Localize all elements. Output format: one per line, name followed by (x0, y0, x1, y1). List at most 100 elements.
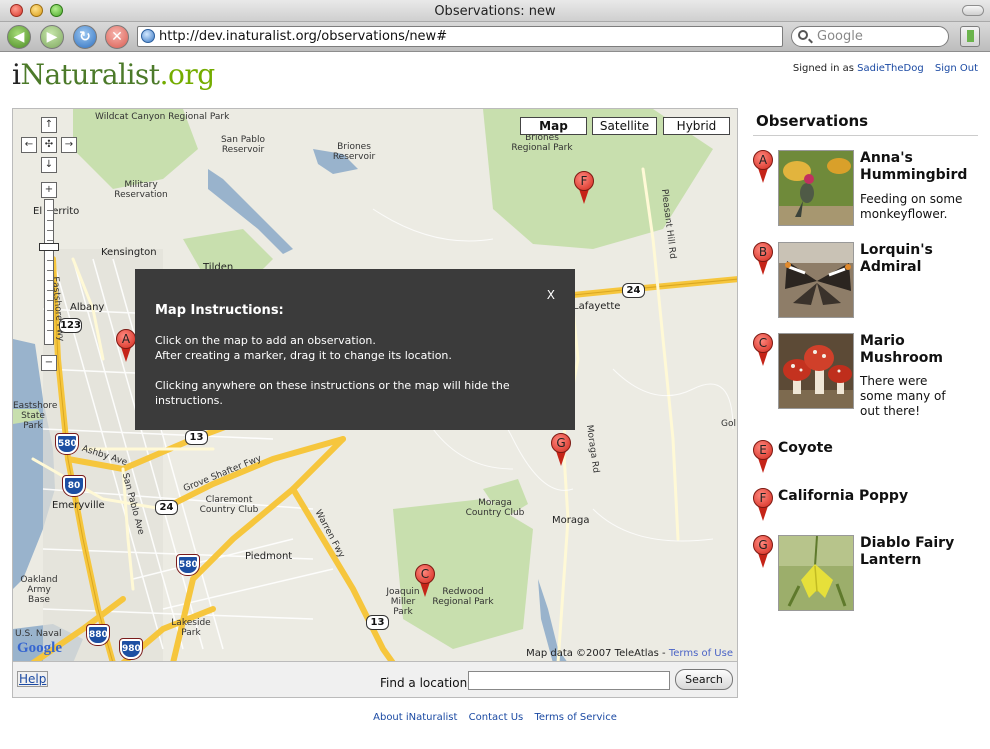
observation-photo[interactable] (778, 535, 854, 611)
observation-name[interactable]: Lorquin's Admiral (860, 242, 978, 276)
window-title: Observations: new (434, 4, 556, 19)
highway-shield: 24 (622, 283, 645, 298)
stop-icon: ✕ (111, 29, 123, 45)
observation-description: There were some many of out there! (860, 374, 946, 418)
about-link[interactable]: About iNaturalist (373, 712, 457, 723)
map-label: Piedmont (245, 551, 293, 562)
map-label: Wildcat Canyon Regional Park (95, 112, 230, 122)
instructions-line-2: After creating a marker, drag it to chan… (155, 349, 452, 362)
map-label: San Pablo Reservoir (220, 135, 266, 155)
signin-status: Signed in as SadieTheDog Sign Out (793, 63, 978, 74)
address-bar[interactable]: http://dev.inaturalist.org/observations/… (137, 26, 783, 47)
help-link[interactable]: Help (17, 671, 49, 687)
observation-item[interactable]: B Lorquin's Admiral (753, 242, 978, 320)
terms-of-service-link[interactable]: Terms of Service (534, 712, 616, 723)
zoom-slider[interactable] (44, 199, 54, 345)
search-field[interactable]: Google (791, 26, 949, 47)
map-type-hybrid-button[interactable]: Hybrid (663, 117, 730, 135)
stop-button[interactable]: ✕ (105, 25, 129, 49)
map-copyright: Map data ©2007 TeleAtlas - Terms of Use (526, 648, 733, 659)
observation-item[interactable]: C Mario Mushroom There were some many of… (753, 333, 978, 418)
interstate-shield: 80 (62, 475, 86, 497)
globe-icon (141, 29, 155, 43)
map-type-map-button[interactable]: Map (520, 117, 587, 135)
inaturalist-logo[interactable]: iNaturalist.org (12, 58, 215, 91)
mushroom-photo (779, 334, 853, 408)
observations-sidebar: Observations A Anna's Hummingbird Feedin… (753, 108, 978, 611)
observation-photo[interactable] (778, 333, 854, 409)
map-label: Briones Reservoir (332, 142, 376, 162)
contact-link[interactable]: Contact Us (469, 712, 524, 723)
map-label: Claremont Country Club (199, 495, 259, 515)
map-copyright-text: Map data ©2007 TeleAtlas - (526, 648, 666, 659)
find-location-label: Find a location: (380, 676, 472, 690)
map-label: Gol (721, 419, 736, 429)
search-location-button[interactable]: Search (675, 669, 733, 690)
marker-letter: F (580, 174, 588, 188)
map-type-satellite-button[interactable]: Satellite (592, 117, 657, 135)
observation-marker-icon: F (753, 488, 773, 522)
logo-naturalist: Naturalist (20, 58, 160, 91)
observation-marker-icon: E (753, 440, 773, 474)
window-titlebar: Observations: new (0, 0, 990, 22)
highway-shield: 13 (185, 430, 208, 445)
observation-item[interactable]: E Coyote (753, 440, 978, 476)
map-marker-f[interactable]: F (574, 171, 594, 205)
pan-down-button[interactable]: ↓ (41, 157, 57, 173)
sidebar-title: Observations (753, 108, 978, 136)
address-text: http://dev.inaturalist.org/observations/… (159, 29, 448, 44)
marker-letter: A (121, 332, 131, 346)
instructions-title: Map Instructions: (155, 303, 284, 318)
zoom-in-button[interactable]: + (41, 182, 57, 198)
map-marker-g[interactable]: G (551, 433, 571, 467)
zoom-slider-handle[interactable] (39, 243, 59, 251)
interstate-shield: 580 (55, 433, 79, 455)
interstate-shield: 880 (86, 624, 110, 646)
observation-name[interactable]: Mario Mushroom (860, 333, 978, 367)
observation-item[interactable]: G Diablo Fairy Lantern (753, 535, 978, 613)
observation-item[interactable]: A Anna's Hummingbird Feeding on some mon… (753, 150, 978, 228)
pan-left-button[interactable]: ← (21, 137, 37, 153)
map-instructions-overlay[interactable]: X Map Instructions: Click on the map to … (135, 269, 575, 430)
highway-shield: 13 (366, 615, 389, 630)
terms-of-use-link[interactable]: Terms of Use (669, 648, 733, 659)
toolbar-toggle-button[interactable] (962, 5, 984, 16)
map-footer: Help Find a location: Search (12, 662, 738, 698)
observation-marker-icon: G (753, 535, 773, 569)
observation-name[interactable]: Coyote (778, 440, 978, 457)
observation-name[interactable]: Diablo Fairy Lantern (860, 535, 978, 569)
search-placeholder: Google (817, 29, 863, 44)
observation-photo[interactable] (778, 242, 854, 318)
marker-letter: E (759, 443, 767, 457)
map-label: Lafayette (573, 301, 621, 312)
find-location-input[interactable] (468, 671, 670, 690)
back-arrow-icon: ◀ (13, 29, 25, 45)
pan-right-button[interactable]: → (61, 137, 77, 153)
back-button[interactable]: ◀ (7, 25, 31, 49)
map-marker-c[interactable]: C (415, 564, 435, 598)
observation-marker-icon: B (753, 242, 773, 276)
pan-center-button[interactable]: ✣ (41, 137, 57, 153)
zoom-out-button[interactable]: − (41, 355, 57, 371)
instructions-line-3: Clicking anywhere on these instructions … (155, 379, 510, 407)
sign-out-link[interactable]: Sign Out (935, 63, 978, 74)
marker-letter: G (556, 436, 566, 450)
map-marker-a[interactable]: A (116, 329, 136, 363)
marker-letter: A (758, 153, 768, 167)
bookmark-button[interactable] (960, 26, 980, 47)
observation-name[interactable]: California Poppy (778, 488, 978, 505)
observation-name[interactable]: Anna's Hummingbird (860, 150, 978, 184)
username-link[interactable]: SadieTheDog (857, 63, 924, 74)
highway-shield: 123 (59, 318, 82, 333)
observation-item[interactable]: F California Poppy (753, 488, 978, 524)
map-label: Emeryville (52, 500, 105, 511)
reload-button[interactable]: ↻ (73, 25, 97, 49)
map-label: Moraga Country Club (465, 498, 525, 518)
observation-photo[interactable] (778, 150, 854, 226)
google-logo: Google (17, 640, 62, 656)
forward-button[interactable]: ▶ (40, 25, 64, 49)
reload-icon: ↻ (79, 29, 91, 45)
close-instructions-button[interactable]: X (547, 288, 555, 302)
pan-up-button[interactable]: ↑ (41, 117, 57, 133)
instructions-line-1: Click on the map to add an observation. (155, 334, 376, 347)
